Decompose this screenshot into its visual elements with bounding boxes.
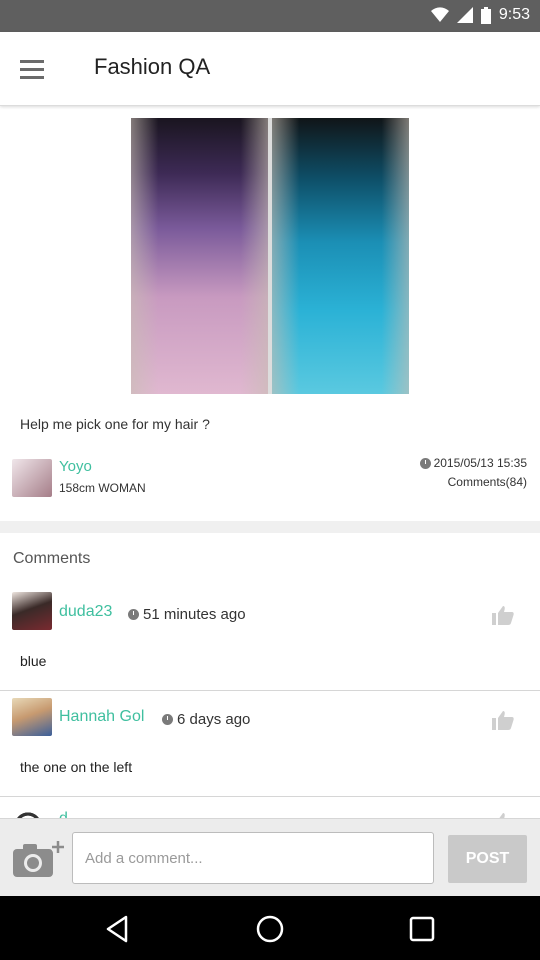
thumbs-up-icon[interactable] [492, 605, 514, 625]
system-nav-bar [0, 896, 540, 960]
page-title: Fashion QA [94, 54, 211, 79]
square-recent-icon[interactable] [406, 913, 438, 945]
app-bar: Fashion QA [0, 32, 540, 106]
commenter-name[interactable]: d [59, 810, 68, 818]
commenter-name[interactable]: duda23 [59, 603, 112, 621]
comment-item: d [0, 803, 540, 818]
status-time: 9:53 [498, 6, 530, 23]
comment-divider [0, 690, 540, 691]
clock-icon [419, 457, 431, 469]
section-divider [0, 521, 540, 533]
status-icons: 9:53 [430, 6, 530, 24]
comment-time-text: 6 days ago [177, 711, 251, 728]
clock-icon [162, 714, 173, 725]
post-button[interactable]: POST [448, 835, 527, 883]
commenter-avatar[interactable] [12, 803, 52, 818]
photo-option-left [131, 118, 268, 394]
triangle-back-icon[interactable] [102, 913, 134, 945]
signal-icon [456, 7, 473, 23]
comments-count: Comments(84) [447, 475, 527, 489]
author-info: 158cm WOMAN [59, 481, 146, 495]
comment-time-text: 51 minutes ago [143, 606, 246, 623]
author-name[interactable]: Yoyo [59, 458, 92, 475]
post-question: Help me pick one for my hair ? [20, 416, 210, 432]
post-date: 2015/05/13 15:35 [419, 456, 527, 470]
commenter-name[interactable]: Hannah Gol [59, 708, 144, 726]
camera-add-icon[interactable] [13, 839, 65, 877]
comment-time: 51 minutes ago [128, 606, 246, 623]
author-avatar[interactable] [12, 459, 52, 497]
circle-home-icon[interactable] [254, 913, 286, 945]
clock-icon [128, 609, 139, 620]
commenter-avatar[interactable] [12, 698, 52, 736]
comment-text: the one on the left [20, 759, 133, 775]
comment-input-bar: POST [0, 818, 540, 896]
hamburger-menu-icon[interactable] [20, 54, 52, 84]
thumbs-up-icon[interactable] [492, 710, 514, 730]
photo-option-right [272, 118, 409, 394]
battery-icon [480, 6, 491, 24]
post-date-text: 2015/05/13 15:35 [433, 456, 527, 470]
commenter-avatar[interactable] [12, 592, 52, 630]
comments-title: Comments [13, 550, 91, 567]
status-bar: 9:53 [0, 0, 540, 32]
comment-time: 6 days ago [162, 711, 250, 728]
comment-divider [0, 796, 540, 797]
comment-text: blue [20, 653, 47, 669]
wifi-icon [430, 7, 449, 23]
comment-input[interactable] [72, 832, 434, 884]
post-photo[interactable] [131, 118, 409, 394]
